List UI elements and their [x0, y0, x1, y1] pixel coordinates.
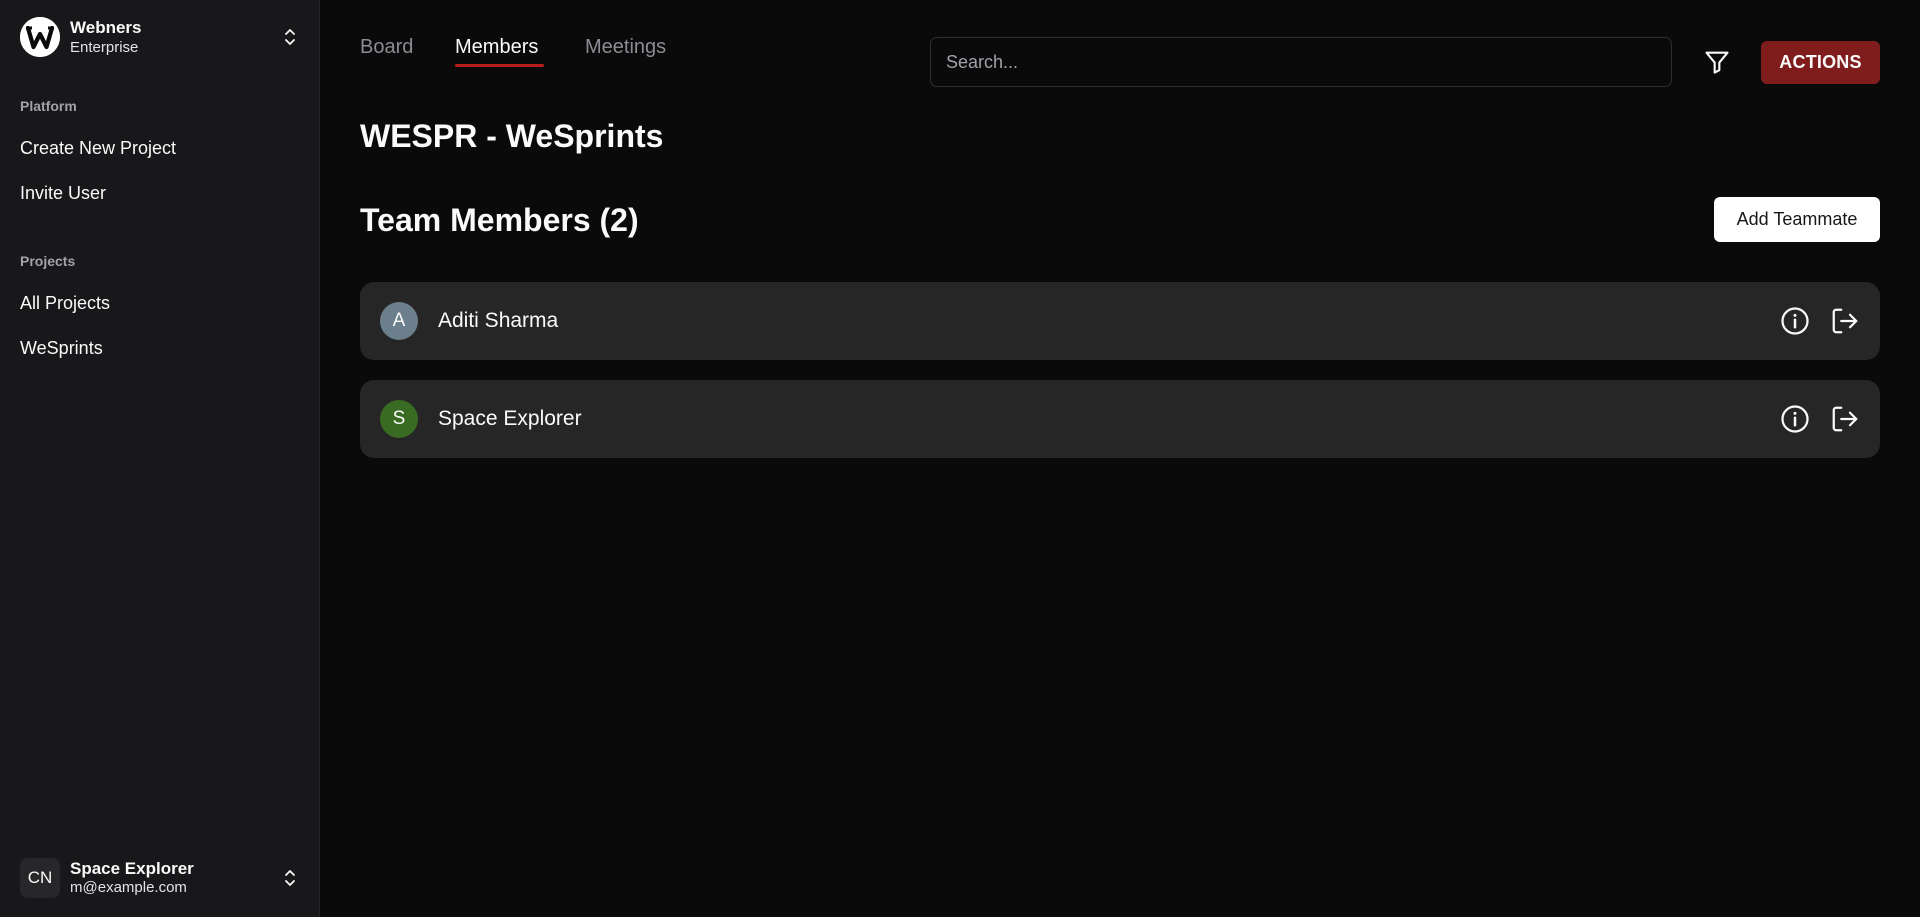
chevrons-up-down-icon[interactable]: [280, 27, 300, 47]
active-tab-indicator: [455, 64, 544, 67]
filter-icon[interactable]: [1700, 45, 1734, 79]
user-menu[interactable]: CN Space Explorer m@example.com: [20, 857, 300, 899]
section-label-projects: Projects: [20, 253, 76, 269]
member-avatar: S: [380, 400, 418, 438]
user-avatar: CN: [20, 858, 60, 898]
user-email: m@example.com: [70, 879, 187, 897]
remove-member-logout-icon[interactable]: [1830, 306, 1860, 336]
page-title: WESPR - WeSprints: [360, 118, 664, 154]
remove-member-logout-icon[interactable]: [1830, 404, 1860, 434]
member-name: Space Explorer: [438, 407, 582, 430]
search-input[interactable]: [930, 37, 1672, 87]
member-row: S Space Explorer: [360, 380, 1880, 458]
actions-button[interactable]: ACTIONS: [1761, 41, 1880, 84]
member-name: Aditi Sharma: [438, 309, 559, 332]
org-switcher[interactable]: Webners Enterprise: [20, 16, 300, 58]
chevrons-up-down-icon[interactable]: [280, 868, 300, 888]
tab-meetings[interactable]: Meetings: [585, 36, 666, 59]
info-icon[interactable]: [1780, 306, 1810, 336]
tab-board[interactable]: Board: [360, 36, 413, 59]
team-members-heading: Team Members (2): [360, 202, 639, 238]
sidebar-item-all-projects[interactable]: All Projects: [20, 293, 110, 314]
sidebar-item-invite-user[interactable]: Invite User: [20, 183, 106, 204]
info-icon[interactable]: [1780, 404, 1810, 434]
tab-members[interactable]: Members: [455, 36, 538, 59]
section-label-platform: Platform: [20, 98, 77, 114]
logo-w-glyph: [20, 17, 60, 57]
add-teammate-button[interactable]: Add Teammate: [1714, 197, 1880, 242]
org-name: Webners: [70, 17, 142, 37]
webners-logo-icon: [20, 17, 60, 57]
sidebar-item-create-new-project[interactable]: Create New Project: [20, 138, 176, 159]
sidebar: Webners Enterprise Platform Create New P…: [0, 0, 320, 917]
member-avatar: A: [380, 302, 418, 340]
user-name: Space Explorer: [70, 858, 194, 878]
member-row: A Aditi Sharma: [360, 282, 1880, 360]
org-plan: Enterprise: [70, 39, 139, 57]
sidebar-item-wesprints[interactable]: WeSprints: [20, 338, 103, 359]
